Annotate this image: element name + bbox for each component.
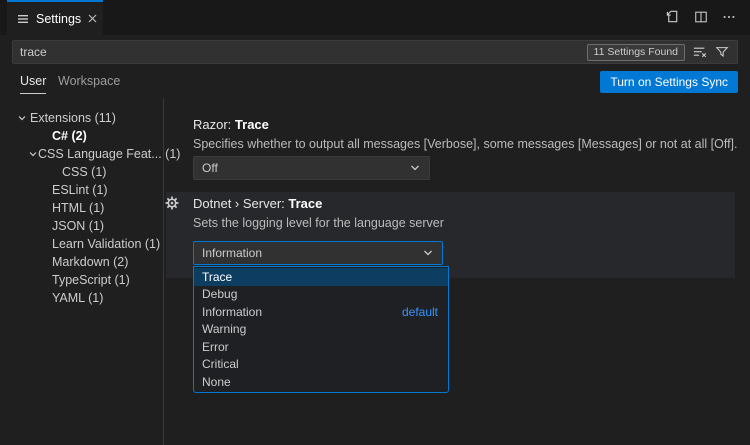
dotnet-server-trace-select[interactable]: Information [193, 241, 443, 265]
dropdown-option-information[interactable]: Information default [194, 303, 448, 321]
setting-title-dotnet-server-trace: Dotnet › Server: Trace [193, 196, 322, 211]
close-icon[interactable] [88, 14, 97, 23]
results-count-badge: 11 Settings Found [587, 44, 685, 61]
toc-item-json[interactable]: JSON (1) [0, 217, 163, 235]
setting-description-razor-trace: Specifies whether to output all messages… [193, 137, 738, 151]
open-settings-json-icon[interactable] [665, 9, 680, 24]
settings-search-input[interactable]: trace 11 Settings Found [12, 40, 738, 64]
toc-item-typescript[interactable]: TypeScript (1) [0, 271, 163, 289]
toc-item-eslint[interactable]: ESLint (1) [0, 181, 163, 199]
search-query-text: trace [13, 45, 587, 59]
toc-item-extensions[interactable]: Extensions (11) [0, 109, 163, 127]
toc-item-learn-validation[interactable]: Learn Validation (1) [0, 235, 163, 253]
dropdown-option-debug[interactable]: Debug [194, 286, 448, 304]
settings-toc: Extensions (11) C# (2) CSS Language Feat… [0, 98, 163, 445]
tab-title: Settings [36, 12, 81, 26]
filter-icon[interactable] [715, 45, 729, 59]
setting-description-dotnet-server-trace: Sets the logging level for the language … [193, 216, 444, 230]
chevron-down-icon [409, 162, 421, 174]
chevron-down-icon [28, 149, 38, 159]
chevron-down-icon [422, 247, 434, 259]
clear-search-results-icon[interactable] [693, 45, 707, 59]
dropdown-option-trace[interactable]: Trace [194, 268, 448, 286]
log-level-dropdown-list: Trace Debug Information default Warning … [193, 266, 449, 393]
editor-actions [665, 9, 736, 24]
toc-item-markdown[interactable]: Markdown (2) [0, 253, 163, 271]
dropdown-option-error[interactable]: Error [194, 338, 448, 356]
settings-list-icon [17, 13, 29, 25]
toc-item-csharp[interactable]: C# (2) [0, 127, 163, 145]
gear-icon[interactable] [165, 196, 179, 210]
tab-settings[interactable]: Settings [7, 0, 103, 35]
setting-title-razor-trace: Razor: Trace [193, 117, 269, 132]
dropdown-option-warning[interactable]: Warning [194, 321, 448, 339]
tab-user[interactable]: User [20, 74, 46, 94]
toc-item-css[interactable]: CSS (1) [0, 163, 163, 181]
dropdown-option-critical[interactable]: Critical [194, 356, 448, 374]
chevron-down-icon [14, 113, 30, 123]
toc-splitter[interactable] [163, 98, 164, 445]
split-editor-icon[interactable] [694, 10, 708, 24]
tab-bar: Settings [0, 0, 750, 35]
toc-item-css-language-features[interactable]: CSS Language Feat... (1) [0, 145, 163, 163]
razor-trace-select[interactable]: Off [193, 156, 430, 180]
default-value-label: default [402, 305, 438, 319]
dropdown-option-none[interactable]: None [194, 373, 448, 391]
scope-tabs-row: User Workspace Turn on Settings Sync [0, 68, 750, 98]
turn-on-settings-sync-button[interactable]: Turn on Settings Sync [600, 71, 738, 93]
toc-item-html[interactable]: HTML (1) [0, 199, 163, 217]
more-actions-icon[interactable] [722, 10, 736, 24]
tab-workspace[interactable]: Workspace [58, 74, 120, 93]
toc-item-yaml[interactable]: YAML (1) [0, 289, 163, 307]
